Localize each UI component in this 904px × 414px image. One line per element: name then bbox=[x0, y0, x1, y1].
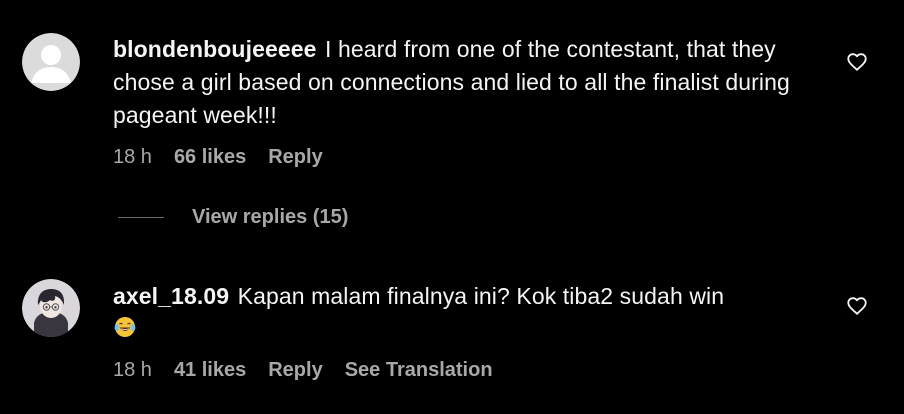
comment-time[interactable]: 18 h bbox=[113, 359, 152, 382]
view-replies-label: View replies (15) bbox=[192, 206, 349, 228]
heart-outline-icon[interactable] bbox=[846, 295, 868, 317]
heart-outline-icon[interactable] bbox=[846, 51, 868, 73]
comment-item: axel_18.09 Kapan malam finalnya ini? Kok… bbox=[0, 262, 904, 412]
comment-meta: 18 h 66 likes Reply bbox=[113, 146, 345, 169]
tears-of-joy-emoji bbox=[113, 315, 137, 348]
comment-meta: 18 h 41 likes Reply See Translation bbox=[113, 359, 493, 382]
avatar[interactable] bbox=[22, 279, 80, 337]
view-replies-button[interactable]: View replies (15) bbox=[118, 206, 348, 229]
comment-likes[interactable]: 41 likes bbox=[174, 359, 246, 382]
anime-avatar-icon bbox=[22, 279, 80, 337]
comment-time[interactable]: 18 h bbox=[113, 146, 152, 169]
comment-username[interactable]: axel_18.09 bbox=[113, 283, 229, 309]
comment-item: blondenboujeeeee I heard from one of the… bbox=[0, 0, 904, 200]
comment-text: Kapan malam finalnya ini? Kok tiba2 suda… bbox=[237, 283, 725, 309]
see-translation-button[interactable]: See Translation bbox=[345, 359, 493, 382]
default-avatar-icon bbox=[22, 33, 80, 91]
reply-button[interactable]: Reply bbox=[268, 359, 322, 382]
avatar[interactable] bbox=[22, 33, 80, 91]
replies-divider bbox=[118, 217, 164, 218]
comment-body: blondenboujeeeee I heard from one of the… bbox=[113, 33, 813, 132]
comment-username[interactable]: blondenboujeeeee bbox=[113, 36, 317, 62]
reply-button[interactable]: Reply bbox=[268, 146, 322, 169]
tears-of-joy-icon bbox=[114, 317, 136, 338]
comment-likes[interactable]: 66 likes bbox=[174, 146, 246, 169]
comment-body: axel_18.09 Kapan malam finalnya ini? Kok… bbox=[113, 280, 813, 348]
